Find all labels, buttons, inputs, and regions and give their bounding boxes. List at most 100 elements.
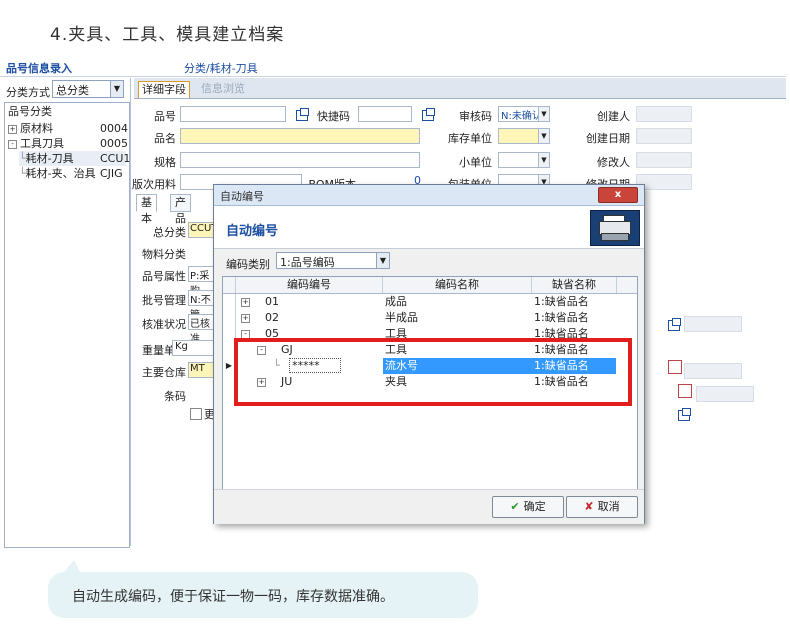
breadcrumb: 分类/耗材-刀具	[184, 62, 258, 75]
spec-label: 规格	[154, 156, 176, 169]
small-unit-label: 小单位	[459, 156, 492, 169]
ok-button[interactable]: ✔ 确定	[492, 496, 564, 518]
main-warehouse-value: MT	[190, 363, 205, 374]
dialog-titlebar: 自动编号 x	[214, 185, 644, 206]
chevron-down-icon[interactable]: ▼	[376, 253, 389, 268]
stock-unit-select[interactable]: ▼	[498, 128, 550, 144]
tree-line-icon: └	[19, 167, 26, 180]
stock-unit-label: 库存单位	[448, 132, 492, 145]
tree-item-label: 工具刀具	[20, 137, 64, 150]
check-icon: ✔	[510, 500, 520, 513]
tab-product[interactable]: 产品	[170, 194, 191, 225]
created-date-field	[636, 128, 692, 144]
row-indicator	[223, 310, 236, 326]
cell-name: 半成品	[385, 311, 418, 324]
cancel-label: 取消	[597, 500, 620, 513]
check-status-label: 核准状况	[142, 318, 186, 331]
cell-code: +02	[241, 310, 382, 326]
class-mode-select[interactable]: 总分类 ▼	[52, 80, 124, 98]
category-label: 编码类别	[226, 258, 270, 271]
chevron-down-icon[interactable]: ▼	[538, 153, 549, 167]
tab-detail-fields[interactable]: 详细字段	[138, 81, 190, 98]
spec-input[interactable]	[180, 152, 420, 168]
collapse-icon[interactable]: -	[8, 139, 17, 149]
cancel-button[interactable]: ✘ 取消	[566, 496, 638, 518]
right-field-1	[684, 316, 742, 332]
main-warehouse-label: 主要仓库	[142, 366, 186, 379]
detail-tabs: 详细字段 信息浏览	[134, 78, 786, 99]
chevron-down-icon[interactable]: ▼	[538, 107, 549, 121]
name-input[interactable]	[180, 128, 420, 144]
printer-icon	[590, 210, 640, 246]
chevron-down-icon[interactable]: ▼	[538, 129, 549, 143]
calendar-icon[interactable]	[678, 384, 692, 398]
material-class-label: 物料分类	[142, 248, 186, 261]
tree-item-cutter[interactable]: └耗材-刀具 CCU1	[19, 151, 130, 166]
col-name[interactable]: 编码名称	[383, 277, 532, 293]
tree-item-label: 耗材-刀具	[25, 152, 74, 165]
class-mode-value: 总分类	[56, 84, 89, 97]
option-checkbox[interactable]	[190, 408, 202, 420]
tab-basic[interactable]: 基本	[136, 194, 157, 225]
tree-line-icon: └	[19, 152, 26, 165]
batch-mgmt-label: 批号管理	[142, 294, 186, 307]
name-label: 品名	[154, 132, 176, 145]
tree-header: 品号分类	[8, 105, 52, 118]
item-no-input[interactable]	[180, 106, 286, 122]
quick-code-input[interactable]	[358, 106, 412, 122]
right-field-2	[684, 363, 742, 379]
grid-header: 编码编号 编码名称 缺省名称	[223, 277, 637, 294]
left-pane: 分类方式 总分类 ▼ 品号分类 + 原材料 0004 - 工具刀具 0005 └耗材…	[0, 78, 131, 548]
highlight-box	[234, 338, 632, 406]
category-select[interactable]: 1:品号编码 ▼	[276, 252, 390, 269]
tree-item-raw[interactable]: + 原材料 0004	[8, 121, 128, 136]
app-title: 品号信息录入	[6, 62, 72, 75]
right-field-3	[696, 386, 754, 402]
dialog-footer: ✔ 确定 ✘ 取消	[214, 489, 644, 524]
page-heading: 4.夹具、工具、模具建立档案	[50, 25, 285, 45]
trial-material-label: 版次用料	[132, 178, 176, 191]
tree-item-label: 耗材-夹、治具	[25, 167, 96, 180]
open-window-icon[interactable]	[668, 318, 681, 331]
grid-row[interactable]: +01 成品 1:缺省品名	[223, 294, 617, 310]
created-date-label: 创建日期	[586, 132, 630, 145]
item-attr-label: 品号属性	[142, 270, 186, 283]
chevron-down-icon[interactable]: ▼	[110, 81, 123, 97]
expand-icon[interactable]: +	[241, 297, 250, 307]
row-indicator	[223, 294, 236, 310]
total-class-label: 总分类	[153, 226, 186, 239]
barcode-label: 条码	[164, 390, 186, 403]
title-strip: 品号信息录入 分类/耗材-刀具	[0, 58, 786, 77]
open-window-icon[interactable]	[678, 408, 691, 421]
cell-default: 1:缺省品名	[534, 311, 589, 324]
cell-code: +01	[241, 294, 382, 310]
small-unit-select[interactable]: ▼	[498, 152, 550, 168]
creator-field	[636, 106, 692, 122]
expand-icon[interactable]: +	[241, 313, 250, 323]
cell-name: 成品	[385, 295, 407, 308]
tree-item-jig[interactable]: └耗材-夹、治具 CJIG	[19, 166, 126, 181]
callout-text: 自动生成编码，便于保证一物一码，库存数据准确。	[72, 589, 394, 605]
dialog-heading: 自动编号	[226, 224, 279, 239]
code-text: 01	[265, 295, 279, 308]
quick-code-label: 快捷码	[317, 110, 350, 123]
col-default[interactable]: 缺省名称	[532, 277, 617, 293]
grid-row[interactable]: +02 半成品 1:缺省品名	[223, 310, 617, 326]
grid-corner	[223, 277, 236, 293]
dialog-window-title: 自动编号	[220, 190, 264, 203]
tree-item-label: 原材料	[20, 122, 53, 135]
tab-info-browse[interactable]: 信息浏览	[198, 81, 248, 97]
class-tree: 品号分类 + 原材料 0004 - 工具刀具 0005 └耗材-刀具 CCU1 └耗…	[4, 102, 130, 548]
item-no-label: 品号	[154, 110, 176, 123]
audit-code-label: 审核码	[459, 110, 492, 123]
calendar-icon[interactable]	[668, 360, 682, 374]
dialog-header: 自动编号	[214, 206, 644, 249]
col-code[interactable]: 编码编号	[236, 277, 383, 293]
callout-bubble: 自动生成编码，便于保证一物一码，库存数据准确。	[48, 560, 478, 618]
class-mode-label: 分类方式	[6, 86, 50, 99]
weight-unit-value: Kg	[175, 341, 188, 352]
tree-item-tools[interactable]: - 工具刀具 0005	[8, 136, 128, 151]
audit-code-select[interactable]: N:未确认 ▼	[498, 106, 550, 122]
close-button[interactable]: x	[598, 187, 638, 203]
expand-icon[interactable]: +	[8, 124, 17, 134]
